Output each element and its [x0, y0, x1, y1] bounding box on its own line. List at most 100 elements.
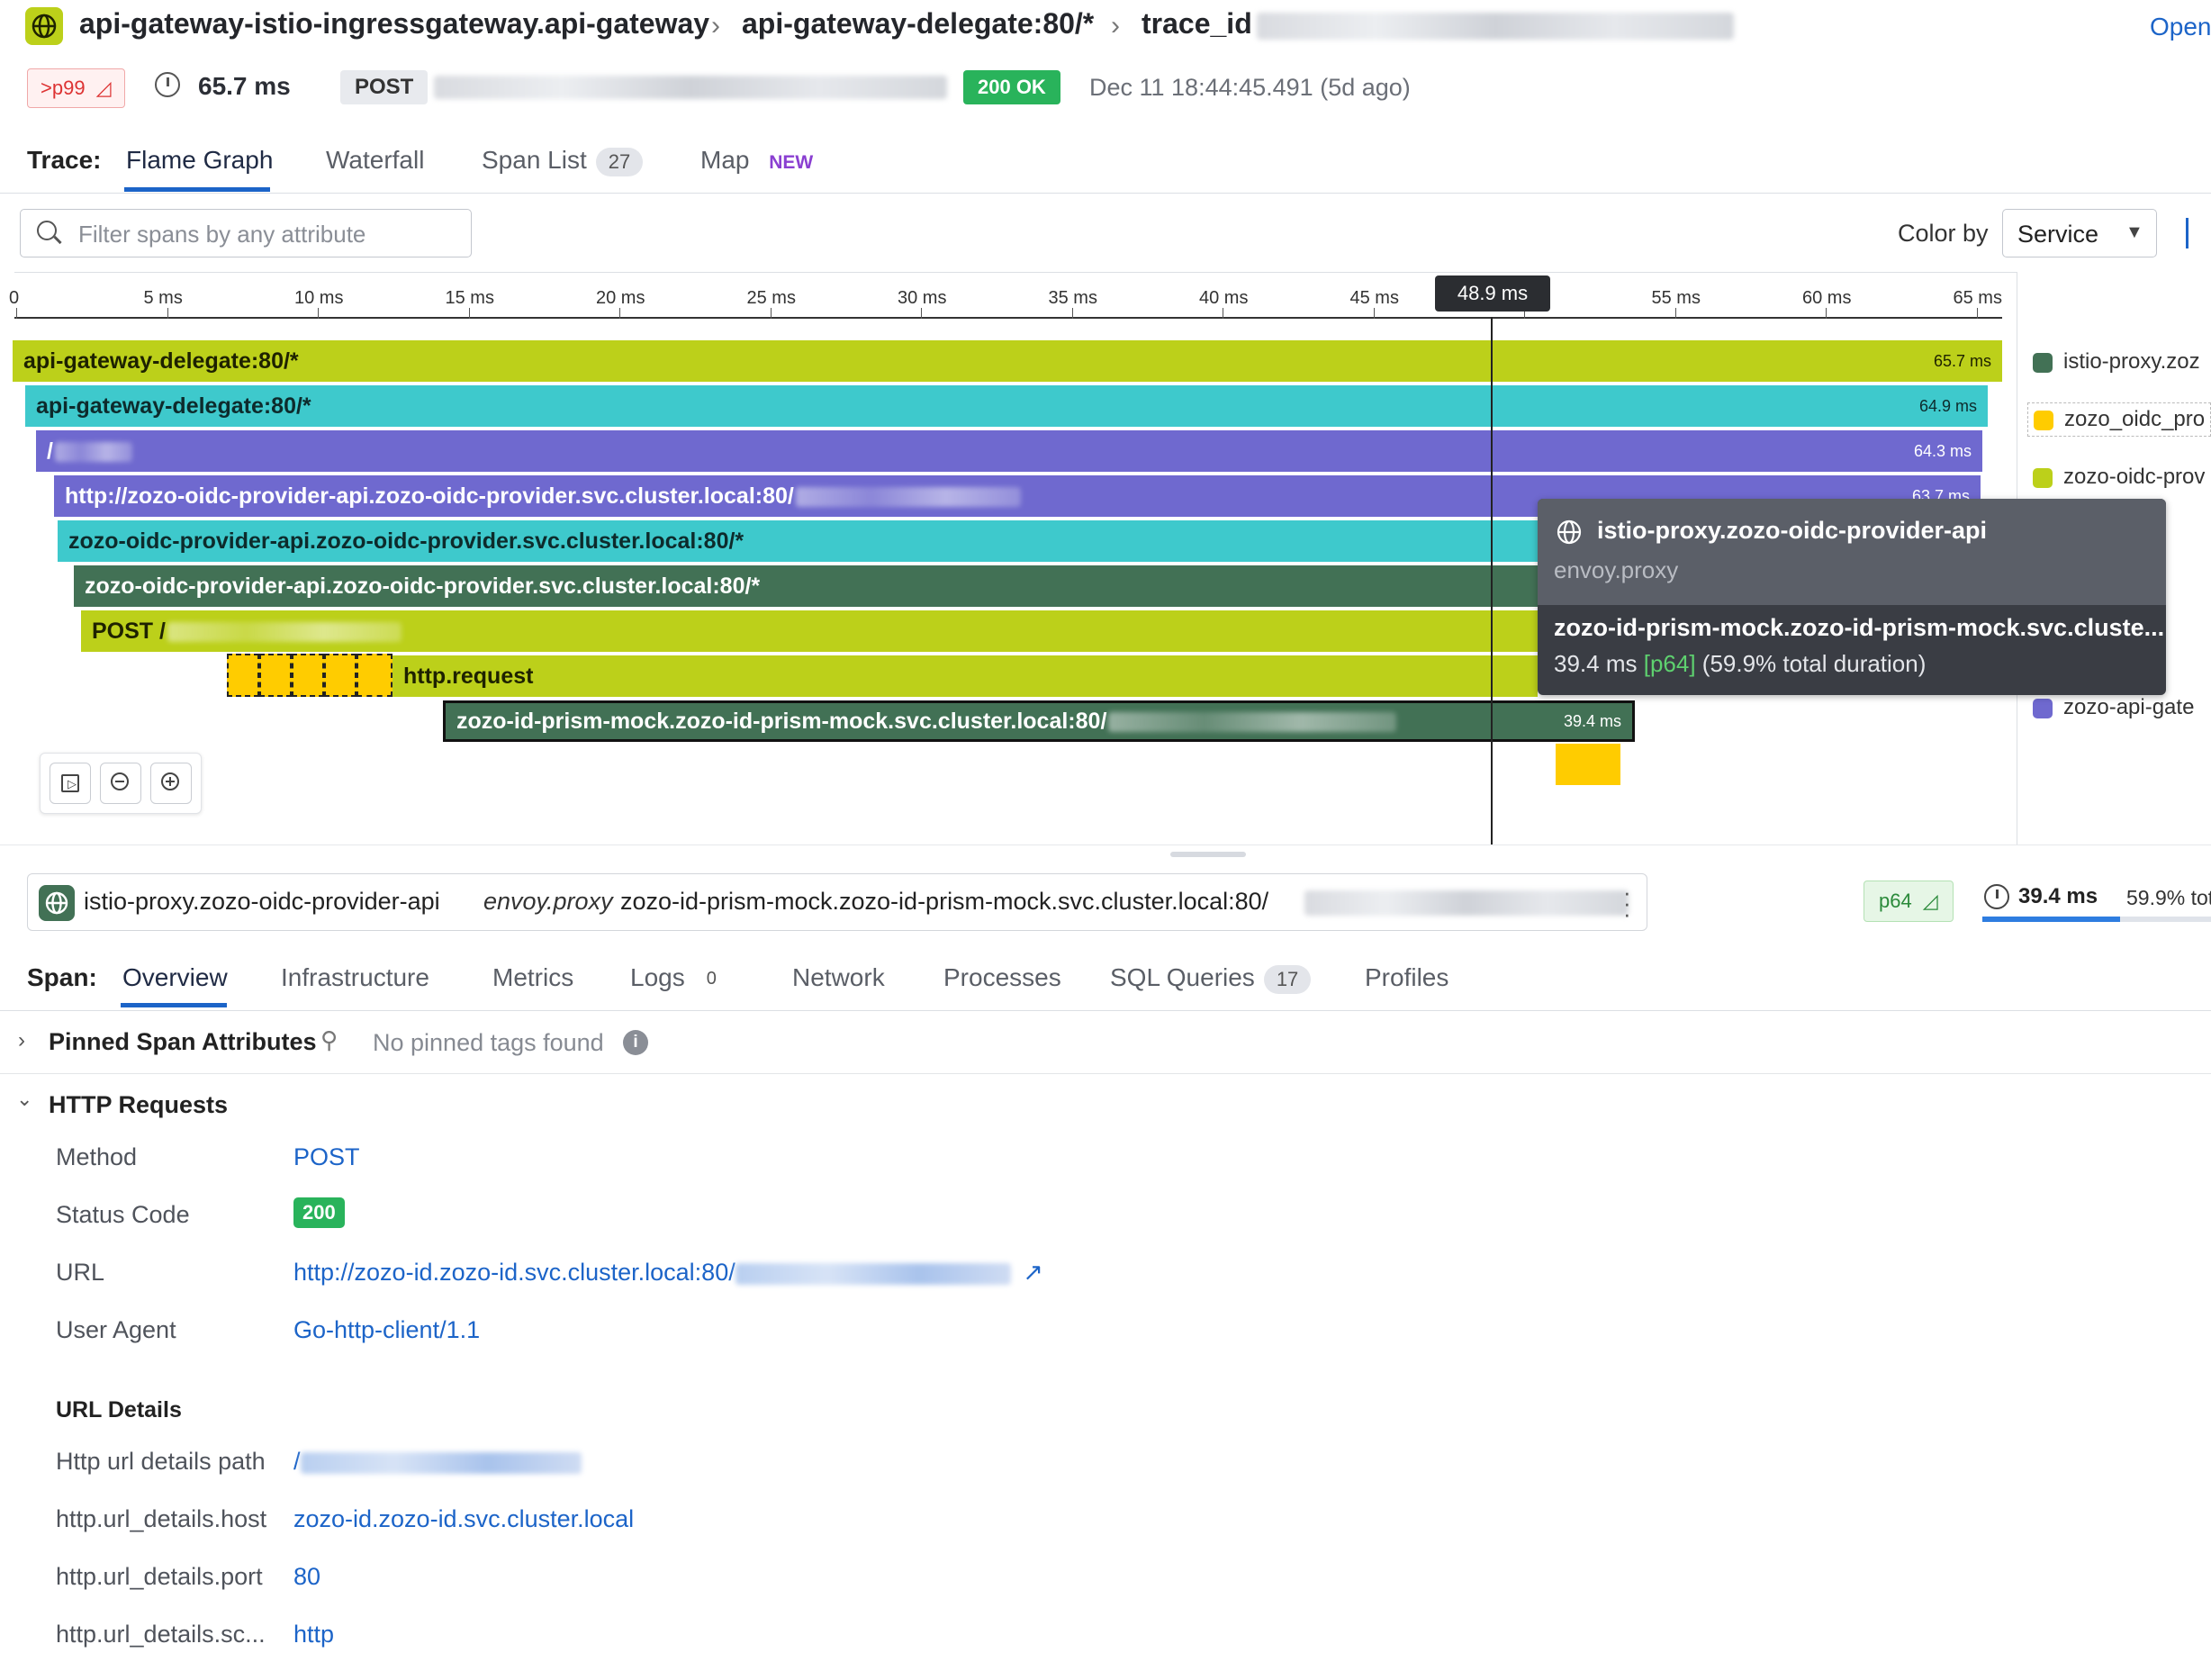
flame-span-bar[interactable]: api-gateway-delegate:80/* 65.7 ms [13, 340, 2002, 382]
timeline-tick-label: 35 ms [1048, 288, 1097, 308]
redacted-span-path [167, 622, 402, 643]
tab-profiles[interactable]: Profiles [1365, 963, 1448, 992]
breadcrumb-service[interactable]: api-gateway-istio-ingressgateway.api-gat… [79, 7, 709, 41]
timeline-tick-mark [921, 308, 922, 319]
flame-span-duration: 65.7 ms [1933, 352, 1991, 370]
flame-span-bar[interactable]: POST / [81, 610, 1538, 652]
flame-span-bar[interactable]: zozo-oidc-provider-api.zozo-oidc-provide… [58, 520, 1545, 562]
flame-span-name: / [47, 438, 53, 464]
timeline-top-border [14, 272, 2017, 273]
span-type: envoy.proxy [483, 888, 613, 915]
tab-overview[interactable]: Overview [122, 963, 228, 992]
timeline-tick-label: 15 ms [445, 288, 494, 308]
tab-metrics[interactable]: Metrics [492, 963, 573, 992]
flame-span-name: POST / [92, 619, 166, 644]
pin-icon[interactable]: ⚲ [320, 1026, 338, 1054]
zoom-in-icon[interactable] [150, 763, 192, 804]
tab-sql-queries[interactable]: SQL Queries 17 [1110, 963, 1312, 994]
timeline-tick-mark [1674, 308, 1676, 319]
url-details-title: URL Details [56, 1397, 182, 1423]
tab-waterfall[interactable]: Waterfall [326, 146, 424, 175]
flame-span-bar[interactable]: zozo-oidc-provider-api.zozo-oidc-provide… [74, 565, 1538, 607]
timeline-tick-label: 5 ms [143, 288, 183, 308]
tab-processes[interactable]: Processes [943, 963, 1061, 992]
async-span-blocks[interactable] [227, 654, 393, 697]
zoom-out-icon[interactable] [100, 763, 141, 804]
chevron-down-icon[interactable]: ⌄ [16, 1088, 32, 1111]
tooltip-share: (59.9% total duration) [1701, 650, 1927, 677]
method-badge: POST [340, 70, 429, 104]
legend-item[interactable]: zozo_oidc_pro [2027, 402, 2211, 437]
redacted-span-path [54, 442, 132, 463]
span-tabs-divider [0, 1010, 2211, 1011]
http-user-agent-value[interactable]: Go-http-client/1.1 [293, 1316, 480, 1344]
chevron-right-icon[interactable]: › [18, 1028, 25, 1053]
http-method-value[interactable]: POST [293, 1143, 360, 1171]
section-divider [0, 1073, 2211, 1074]
timeline-tick-label: 40 ms [1199, 288, 1249, 308]
tab-logs[interactable]: Logs 0 [630, 963, 729, 993]
flame-span-duration: 64.3 ms [1913, 442, 1972, 460]
tab-flame-graph[interactable]: Flame Graph [126, 146, 273, 175]
filter-spans-input[interactable]: Filter spans by any attribute [20, 209, 472, 257]
tab-span-list[interactable]: Span List 27 [482, 146, 644, 176]
flame-span-bar[interactable]: api-gateway-delegate:80/* 64.9 ms [25, 385, 1988, 427]
url-path-key: Http url details path [56, 1448, 266, 1475]
tab-span-list-label: Span List [482, 146, 587, 174]
timeline-tick-mark [1976, 308, 1978, 319]
info-icon[interactable]: i [623, 1030, 648, 1055]
redacted-url [434, 76, 947, 99]
caret-down-icon: ▼ [2125, 222, 2143, 242]
percentile-badge[interactable]: >p99 ◿ [27, 68, 125, 108]
timeline-tick-mark [1373, 308, 1375, 319]
tab-map[interactable]: Map NEW [700, 146, 813, 175]
active-tab-indicator [124, 187, 270, 192]
flame-span-bar[interactable]: zozo-id-prism-mock.zozo-id-prism-mock.sv… [443, 700, 1635, 742]
external-link-icon[interactable]: ↗ [1023, 1259, 1043, 1286]
color-by-value: Service [2017, 221, 2099, 248]
url-port-value[interactable]: 80 [293, 1563, 320, 1591]
span-resource[interactable]: zozo-id-prism-mock.zozo-id-prism-mock.sv… [620, 888, 1268, 916]
globe-icon [1556, 519, 1583, 546]
pinned-section-title[interactable]: Pinned Span Attributes [49, 1028, 317, 1056]
tab-infrastructure[interactable]: Infrastructure [281, 963, 429, 992]
http-method-key: Method [56, 1143, 138, 1170]
url-host-value[interactable]: zozo-id.zozo-id.svc.cluster.local [293, 1505, 634, 1533]
flame-span-bar[interactable]: http.request [393, 655, 1538, 697]
span-duration: 39.4 ms [2018, 884, 2098, 908]
span-service[interactable]: istio-proxy.zozo-oidc-provider-api [84, 888, 440, 916]
timeline-tick-label: 20 ms [596, 288, 645, 308]
tab-logs-label: Logs [630, 963, 685, 991]
time-cursor-label: 48.9 ms [1435, 275, 1550, 312]
breadcrumb-trace-id[interactable]: trace_id [1142, 7, 1252, 41]
resize-handle[interactable] [1170, 852, 1246, 857]
legend-item[interactable]: zozo-api-gate [2033, 695, 2194, 720]
legend-label: zozo-api-gate [2063, 695, 2195, 719]
legend-item[interactable]: istio-proxy.zoz [2033, 349, 2200, 375]
flame-span-bar[interactable]: / 64.3 ms [36, 430, 1982, 472]
span-tooltip: istio-proxy.zozo-oidc-provider-api envoy… [1538, 499, 2166, 695]
span-tabs-label: Span: [27, 963, 97, 991]
tab-network[interactable]: Network [792, 963, 885, 992]
redacted-trace-id [1257, 13, 1734, 40]
color-by-label: Color by [1898, 220, 1989, 247]
legend-label: zozo_oidc_pro [2064, 407, 2206, 431]
http-status-value[interactable]: 200 [293, 1197, 345, 1228]
child-span-block[interactable] [1556, 744, 1620, 785]
chart-icon: ◿ [1922, 890, 1938, 912]
span-percentile-label: p64 [1879, 890, 1912, 912]
redacted-span-path [1108, 712, 1397, 733]
url-path-value[interactable]: / [293, 1448, 582, 1476]
span-percentile-badge[interactable]: p64 ◿ [1864, 881, 1954, 922]
legend-item[interactable]: zozo-oidc-prov [2033, 465, 2205, 490]
url-scheme-value[interactable]: http [293, 1621, 334, 1648]
chevron-right-icon: › [1111, 11, 1120, 41]
http-url-value[interactable]: http://zozo-id.zozo-id.svc.cluster.local… [293, 1259, 1043, 1287]
expand-panel-icon[interactable]: ▷ [50, 763, 91, 804]
color-by-select[interactable]: Service ▼ [2002, 209, 2157, 257]
logs-count-badge: 0 [693, 966, 729, 993]
more-options-icon[interactable]: · · · [1623, 881, 1631, 926]
open-link[interactable]: Open [2150, 13, 2211, 41]
http-section-title[interactable]: HTTP Requests [49, 1091, 228, 1119]
breadcrumb-resource[interactable]: api-gateway-delegate:80/* [742, 7, 1094, 41]
